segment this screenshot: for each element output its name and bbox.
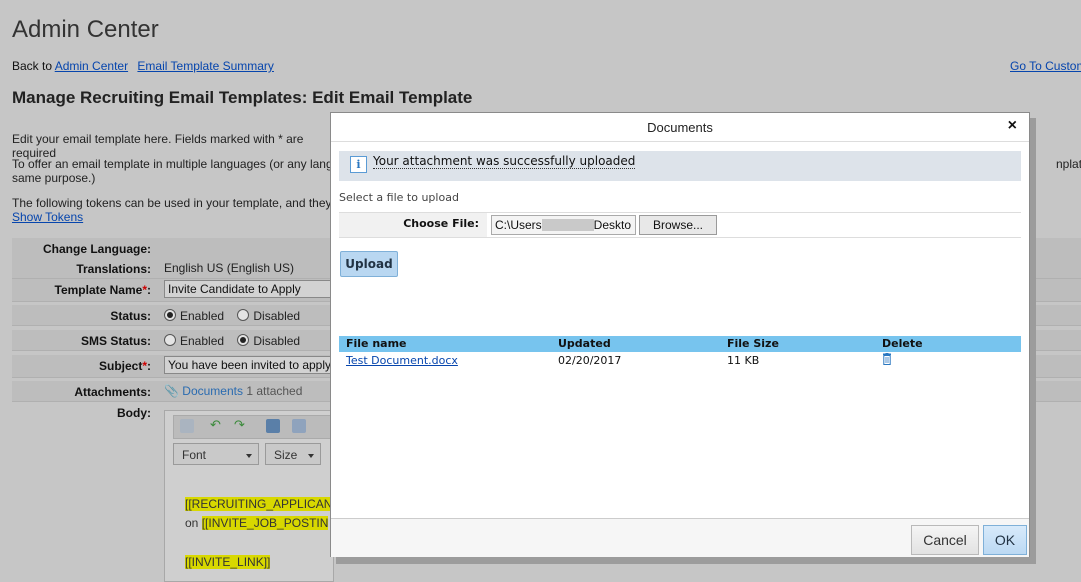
table-icon[interactable] bbox=[292, 419, 306, 433]
status-label: Status: bbox=[110, 309, 151, 323]
file-path-field[interactable]: C:\Users Deskto bbox=[491, 215, 636, 235]
column-file-name: File name bbox=[346, 337, 407, 350]
undo-icon[interactable]: ↶ bbox=[210, 417, 224, 432]
browse-button[interactable]: Browse... bbox=[639, 215, 717, 235]
font-dropdown[interactable]: Font bbox=[173, 443, 259, 465]
template-name-input[interactable]: Invite Candidate to Apply bbox=[164, 280, 342, 298]
section-title: Manage Recruiting Email Templates: Edit … bbox=[12, 88, 473, 107]
intro-text: Edit your email template here. Fields ma… bbox=[12, 132, 304, 160]
languages-text-2: same purpose.) bbox=[12, 171, 96, 185]
success-banner: Your attachment was successfully uploade… bbox=[339, 151, 1021, 181]
breadcrumb: Back to Admin Center Email Template Summ… bbox=[12, 59, 280, 73]
body-token-applicant: [[RECRUITING_APPLICAN bbox=[185, 497, 333, 511]
change-language-label: Change Language: bbox=[42, 242, 151, 256]
body-label: Body: bbox=[117, 406, 151, 420]
body-line-2: on [[INVITE_JOB_POSTIN bbox=[185, 516, 329, 530]
trash-icon[interactable] bbox=[882, 353, 892, 365]
admin-center-link[interactable]: Admin Center bbox=[55, 59, 128, 73]
ok-button[interactable]: OK bbox=[983, 525, 1027, 555]
column-delete: Delete bbox=[882, 337, 923, 350]
preview-icon[interactable] bbox=[180, 419, 194, 433]
tokens-text: The following tokens can be used in your… bbox=[12, 196, 352, 210]
sms-enabled-radio[interactable] bbox=[164, 334, 176, 346]
go-to-custom-link[interactable]: Go To Custom bbox=[1010, 59, 1081, 73]
column-updated: Updated bbox=[558, 337, 611, 350]
chevron-down-icon bbox=[246, 454, 252, 458]
show-tokens-link[interactable]: Show Tokens bbox=[12, 210, 83, 224]
sms-status-label: SMS Status: bbox=[80, 334, 151, 348]
status-disabled-radio[interactable] bbox=[237, 309, 250, 321]
redo-icon[interactable]: ↷ bbox=[234, 417, 248, 432]
select-file-text: Select a file to upload bbox=[339, 191, 459, 204]
body-editor[interactable]: ↶ ↷ Font Size [[RECRUITING_APPLICAN on [… bbox=[164, 410, 335, 582]
sms-disabled-radio[interactable] bbox=[237, 334, 250, 346]
choose-file-label-cell: Choose File: bbox=[339, 213, 487, 237]
close-icon[interactable]: × bbox=[1008, 117, 1017, 135]
documents-table-header: File name Updated File Size Delete bbox=[339, 336, 1021, 352]
chevron-down-icon bbox=[308, 454, 314, 458]
insert-image-icon[interactable] bbox=[266, 419, 280, 433]
success-message: Your attachment was successfully uploade… bbox=[373, 154, 636, 169]
status-radios: Enabled Disabled bbox=[164, 309, 300, 323]
page-title: Admin Center bbox=[12, 16, 159, 43]
email-template-summary-link[interactable]: Email Template Summary bbox=[137, 59, 274, 73]
translations-label: Translations: bbox=[76, 262, 151, 276]
sms-disabled-label: Disabled bbox=[253, 334, 301, 348]
dialog-footer: Cancel OK bbox=[331, 518, 1029, 557]
choose-file-label: Choose File: bbox=[403, 217, 479, 230]
subject-label: Subject*: bbox=[98, 359, 151, 373]
template-name-label: Template Name*: bbox=[54, 283, 151, 297]
subject-input[interactable]: You have been invited to apply bbox=[164, 356, 342, 374]
status-enabled-label: Enabled bbox=[180, 309, 225, 323]
cancel-button[interactable]: Cancel bbox=[911, 525, 979, 555]
sms-enabled-label: Enabled bbox=[180, 334, 225, 348]
upload-button[interactable]: Upload bbox=[340, 251, 398, 277]
status-enabled-radio[interactable] bbox=[164, 309, 176, 321]
dialog-title: Documents bbox=[647, 120, 713, 135]
dialog-header: Documents × bbox=[331, 113, 1029, 142]
size-dropdown[interactable]: Size bbox=[265, 443, 321, 465]
translations-value: English US (English US) bbox=[164, 261, 295, 275]
languages-text-right: nplates fo bbox=[1056, 157, 1081, 171]
attachments-count: 1 attached bbox=[246, 384, 303, 398]
column-file-size: File Size bbox=[727, 337, 779, 350]
file-size: 11 KB bbox=[727, 354, 760, 367]
attachments-value: 📎 Documents 1 attached bbox=[164, 384, 302, 398]
sms-status-radios: Enabled Disabled bbox=[164, 334, 300, 348]
status-disabled-label: Disabled bbox=[253, 309, 301, 323]
paperclip-icon: 📎 bbox=[164, 384, 179, 398]
attachments-documents-link[interactable]: Documents bbox=[182, 384, 243, 398]
body-token-link: [[INVITE_LINK]] bbox=[185, 555, 271, 569]
table-row: Test Document.docx 02/20/2017 11 KB bbox=[339, 352, 1021, 368]
file-updated: 02/20/2017 bbox=[558, 354, 622, 367]
languages-text: To offer an email template in multiple l… bbox=[12, 157, 353, 171]
redacted-username bbox=[541, 219, 594, 231]
back-prefix: Back to bbox=[12, 59, 53, 73]
choose-file-row: Choose File: C:\Users Deskto Browse... bbox=[339, 212, 1021, 238]
file-name-link[interactable]: Test Document.docx bbox=[346, 354, 458, 367]
attachments-label: Attachments: bbox=[74, 385, 151, 399]
editor-toolbar: ↶ ↷ bbox=[173, 415, 335, 439]
documents-dialog: Documents × Your attachment was successf… bbox=[330, 112, 1030, 557]
info-icon bbox=[350, 156, 367, 173]
